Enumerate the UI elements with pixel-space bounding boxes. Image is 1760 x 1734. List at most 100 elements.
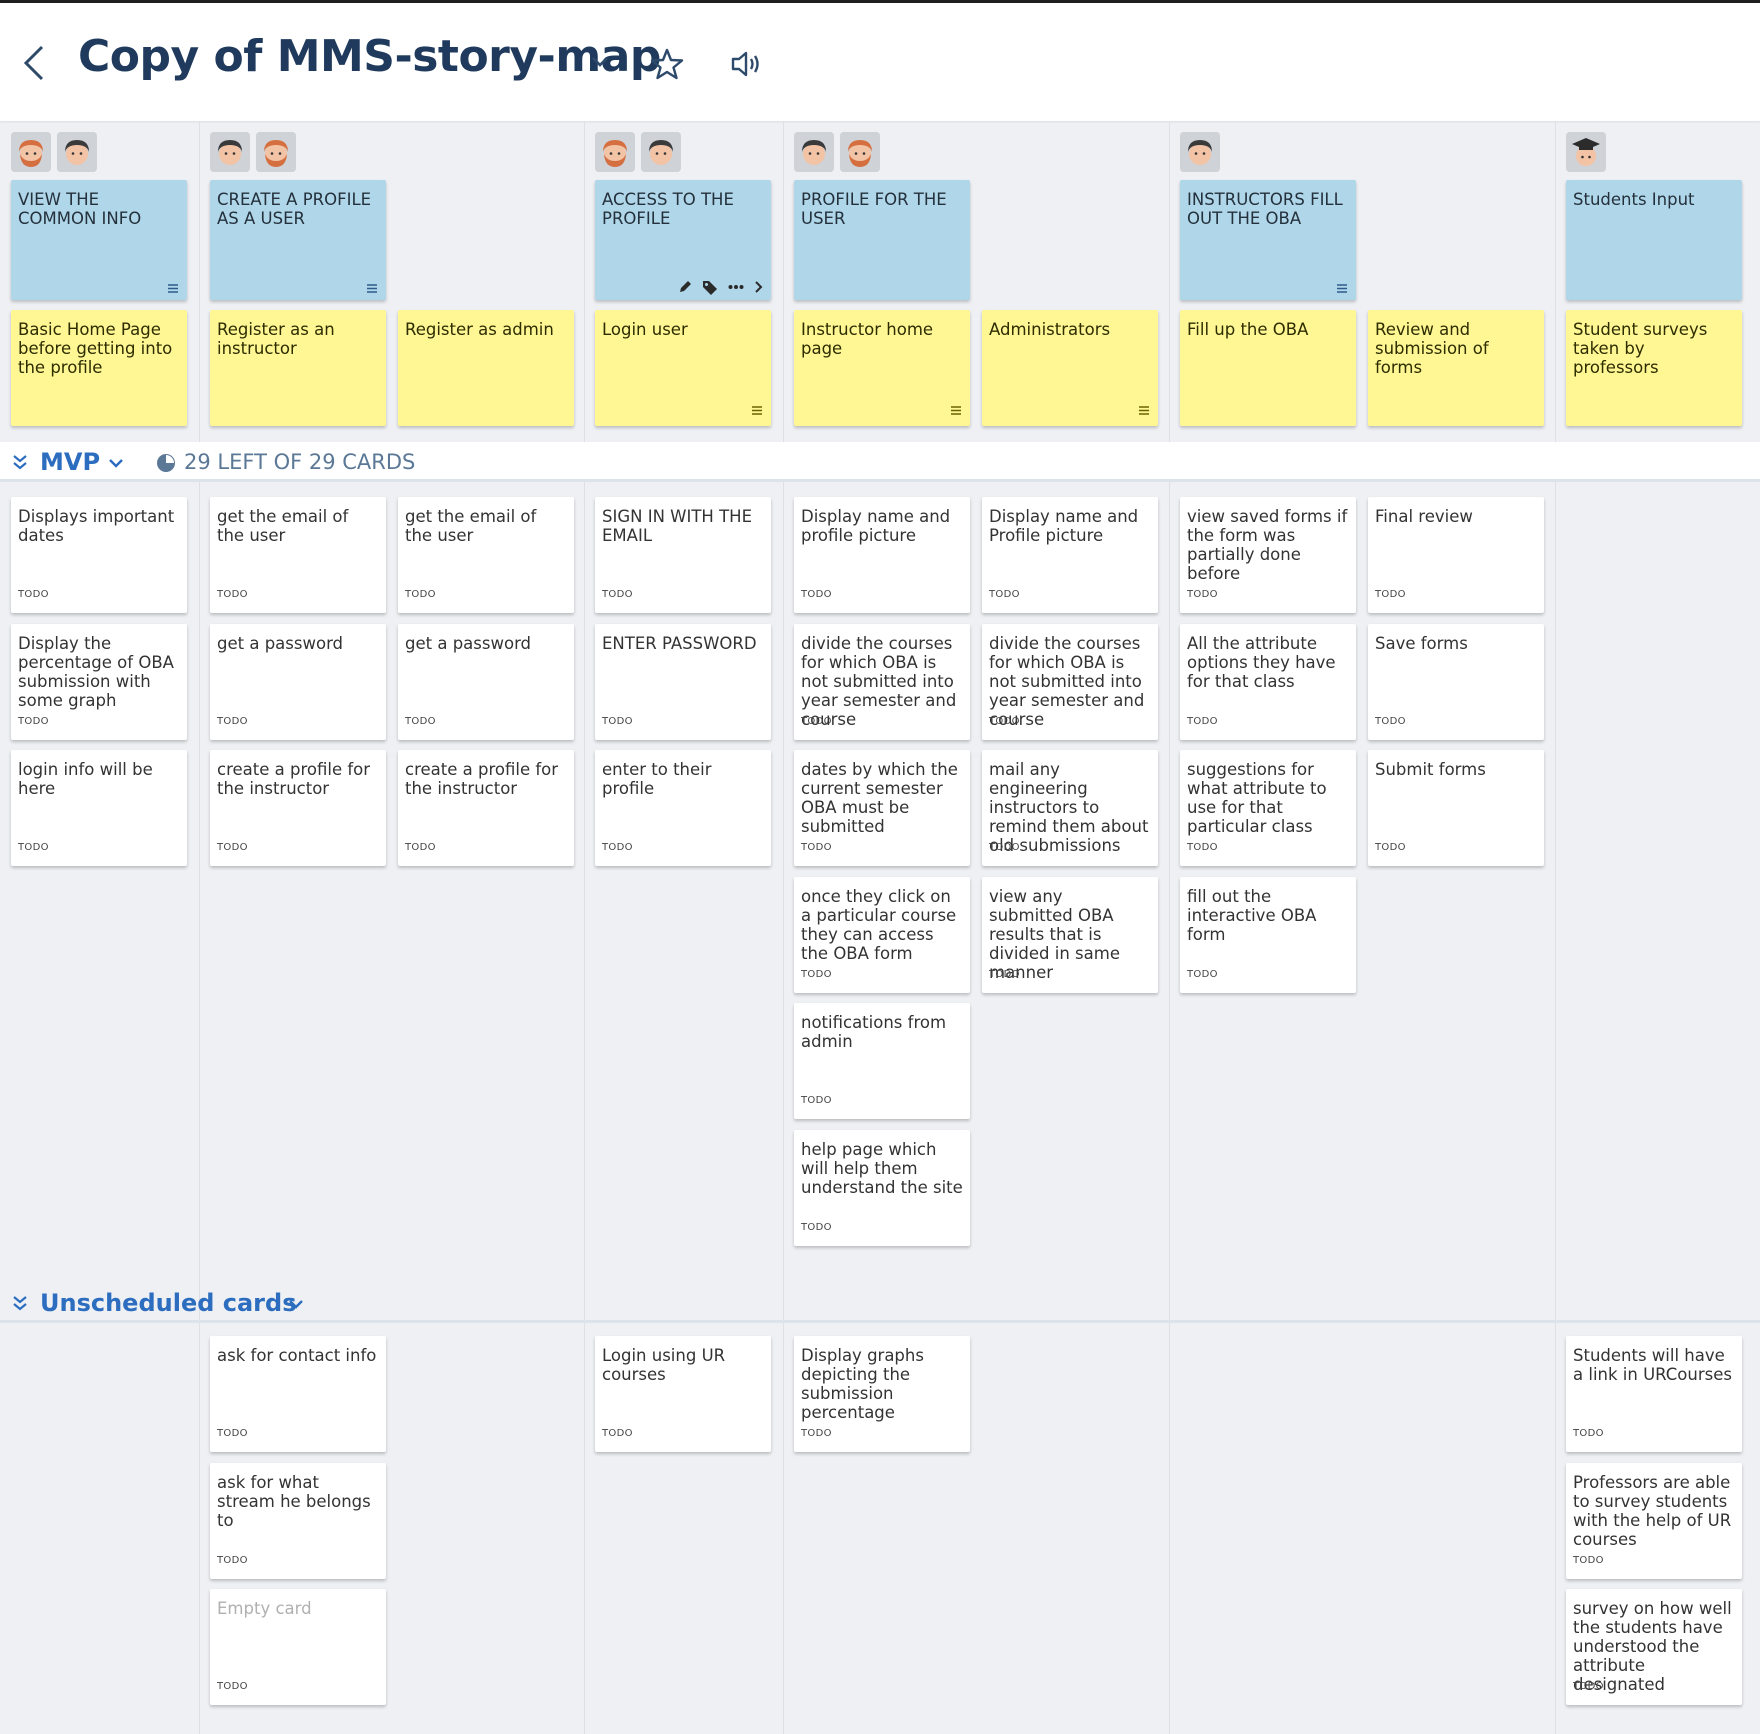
chevron-right-icon[interactable] xyxy=(754,280,763,294)
description-lines-icon xyxy=(168,284,178,293)
story-card[interactable]: login info will be here TODO xyxy=(11,750,187,866)
board-title[interactable]: Copy of MMS-story-map xyxy=(78,31,661,82)
story-card[interactable]: suggestions for what attribute to use fo… xyxy=(1180,750,1356,866)
story-card-label: enter to their profile xyxy=(602,760,712,798)
epic-label: INSTRUCTORS FILL OUT THE OBA xyxy=(1187,190,1343,228)
status-badge: TODO xyxy=(801,842,832,853)
title-chevron-down-icon[interactable] xyxy=(590,55,610,69)
story-card[interactable]: Final review TODO xyxy=(1368,497,1544,613)
story-card-label: SIGN IN WITH THE EMAIL xyxy=(602,507,752,545)
epic-card[interactable]: Students Input xyxy=(1566,180,1742,300)
user-avatar[interactable] xyxy=(57,132,97,172)
activity-card[interactable]: Instructor home page xyxy=(794,310,970,426)
story-card-label: Professors are able to survey students w… xyxy=(1573,1472,1732,1549)
status-badge: TODO xyxy=(1375,589,1406,600)
release-chevron-down-icon[interactable] xyxy=(108,458,124,470)
story-card[interactable]: Displays important dates TODO xyxy=(11,497,187,613)
story-card[interactable]: Login using UR courses TODO xyxy=(595,1336,771,1452)
activity-card[interactable]: Register as admin xyxy=(398,310,574,426)
activity-card[interactable]: Fill up the OBA xyxy=(1180,310,1356,426)
story-card[interactable]: notifications from admin TODO xyxy=(794,1003,970,1119)
activity-card[interactable]: Administrators xyxy=(982,310,1158,426)
story-card[interactable]: SIGN IN WITH THE EMAIL TODO xyxy=(595,497,771,613)
story-card[interactable]: get a password TODO xyxy=(398,623,574,740)
user-avatar[interactable] xyxy=(1180,132,1220,172)
story-card[interactable]: create a profile for the instructor TODO xyxy=(398,750,574,866)
mvp-release-title[interactable]: MVP xyxy=(40,448,100,476)
user-avatar[interactable] xyxy=(840,132,880,172)
user-avatar[interactable] xyxy=(641,132,681,172)
story-card[interactable]: mail any engineering instructors to remi… xyxy=(982,750,1158,866)
story-card[interactable]: get the email of the user TODO xyxy=(398,497,574,613)
epic-card[interactable]: INSTRUCTORS FILL OUT THE OBA xyxy=(1180,180,1356,300)
status-badge: TODO xyxy=(217,589,248,600)
story-card-label: Display the percentage of OBA submission… xyxy=(18,633,174,710)
story-card[interactable]: All the attribute options they have for … xyxy=(1180,623,1356,740)
story-card[interactable]: divide the courses for which OBA is not … xyxy=(982,623,1158,740)
epic-card[interactable]: CREATE A PROFILE AS A USER xyxy=(210,180,386,300)
back-arrow-icon[interactable] xyxy=(22,43,48,83)
user-avatar[interactable] xyxy=(11,132,51,172)
more-dots-icon[interactable] xyxy=(728,284,744,290)
board-title-text: Copy of MMS-story-map xyxy=(78,31,661,82)
story-card[interactable]: Professors are able to survey students w… xyxy=(1566,1462,1742,1579)
star-icon[interactable] xyxy=(650,47,684,81)
activity-card[interactable]: Login user xyxy=(595,310,771,426)
epic-label: PROFILE FOR THE USER xyxy=(801,190,947,228)
user-avatar[interactable] xyxy=(256,132,296,172)
story-card[interactable]: Display name and Profile picture TODO xyxy=(982,497,1158,613)
story-card-label: Login using UR courses xyxy=(602,1346,726,1384)
status-badge: TODO xyxy=(801,1428,832,1439)
story-card[interactable]: dates by which the current semester OBA … xyxy=(794,750,970,866)
description-lines-icon xyxy=(367,284,377,293)
activity-card[interactable]: Review and submission of forms xyxy=(1368,310,1544,426)
user-avatar[interactable] xyxy=(595,132,635,172)
status-badge: TODO xyxy=(801,1095,832,1106)
story-card[interactable]: once they click on a particular course t… xyxy=(794,876,970,993)
story-card-label: create a profile for the instructor xyxy=(405,760,559,798)
tag-icon[interactable] xyxy=(702,279,718,295)
story-card[interactable]: view saved forms if the form was partial… xyxy=(1180,497,1356,613)
story-card[interactable]: Save forms TODO xyxy=(1368,623,1544,740)
story-card[interactable]: view any submitted OBA results that is d… xyxy=(982,876,1158,993)
activity-card[interactable]: Basic Home Page before getting into the … xyxy=(11,310,187,426)
story-card[interactable]: create a profile for the instructor TODO xyxy=(210,750,386,866)
story-card[interactable]: Students will have a link in URCourses TO… xyxy=(1566,1336,1742,1452)
status-badge: TODO xyxy=(1375,842,1406,853)
story-card[interactable]: fill out the interactive OBA form TODO xyxy=(1180,876,1356,993)
story-card[interactable]: survey on how well the students have und… xyxy=(1566,1589,1742,1705)
story-card[interactable]: Display graphs depicting the submission … xyxy=(794,1336,970,1452)
user-avatar[interactable] xyxy=(1566,132,1606,172)
story-card-label: ask for contact info xyxy=(217,1346,377,1365)
story-card[interactable]: get the email of the user TODO xyxy=(210,497,386,613)
story-card[interactable]: ask for contact info TODO xyxy=(210,1336,386,1452)
user-avatar[interactable] xyxy=(210,132,250,172)
story-card[interactable]: Submit forms TODO xyxy=(1368,750,1544,866)
story-card[interactable]: help page which will help them understan… xyxy=(794,1129,970,1246)
epic-card[interactable]: ACCESS TO THE PROFILE xyxy=(595,180,771,300)
unscheduled-release-title[interactable]: Unscheduled cards xyxy=(40,1289,296,1317)
epic-card[interactable]: PROFILE FOR THE USER xyxy=(794,180,970,300)
epic-label: VIEW THE COMMON INFO xyxy=(18,190,142,228)
activity-card[interactable]: Register as an instructor xyxy=(210,310,386,426)
story-card[interactable]: enter to their profile TODO xyxy=(595,750,771,866)
collapse-double-chevron-icon[interactable] xyxy=(12,1295,28,1311)
story-card[interactable]: ask for what stream he belongs to TODO xyxy=(210,1462,386,1579)
story-card-label: view saved forms if the form was partial… xyxy=(1187,507,1348,583)
story-card[interactable]: ENTER PASSWORD TODO xyxy=(595,623,771,740)
collapse-double-chevron-icon[interactable] xyxy=(12,454,28,470)
story-card[interactable]: Empty card TODO xyxy=(210,1589,386,1705)
pencil-icon[interactable] xyxy=(678,280,692,294)
activity-card[interactable]: Student surveys taken by professors xyxy=(1566,310,1742,426)
epic-card[interactable]: VIEW THE COMMON INFO xyxy=(11,180,187,300)
status-badge: TODO xyxy=(602,715,633,727)
story-card[interactable]: get a password TODO xyxy=(210,623,386,740)
story-card[interactable]: Display the percentage of OBA submission… xyxy=(11,623,187,740)
story-card[interactable]: Display name and profile picture TODO xyxy=(794,497,970,613)
story-card-label: get a password xyxy=(405,633,532,653)
status-badge: TODO xyxy=(1573,1554,1604,1566)
release-chevron-down-icon[interactable] xyxy=(288,1299,304,1311)
user-avatar[interactable] xyxy=(794,132,834,172)
speaker-icon[interactable] xyxy=(730,49,762,79)
story-card[interactable]: divide the courses for which OBA is not … xyxy=(794,623,970,740)
